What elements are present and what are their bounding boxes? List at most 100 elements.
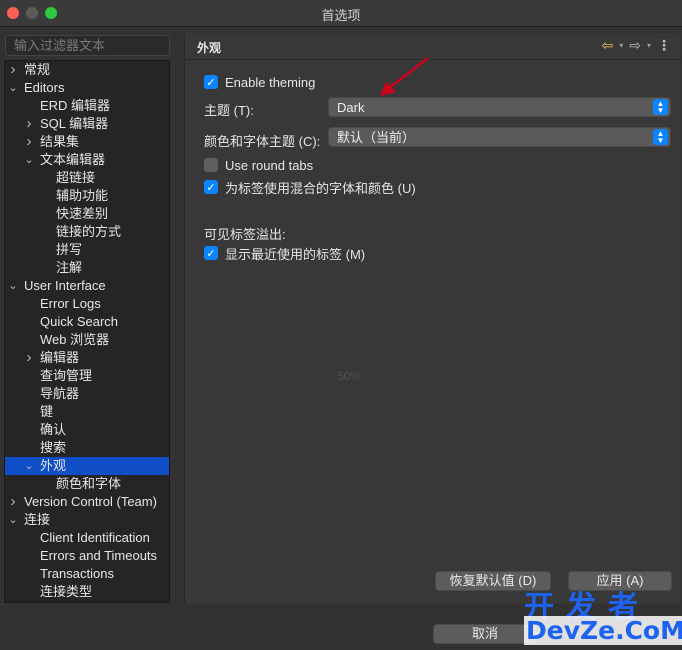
tree-item[interactable]: › 常规 [5, 61, 169, 79]
tree-item-label: Transactions [40, 566, 114, 581]
tree-item-label: 注解 [56, 260, 83, 275]
tree-item[interactable]: 拼写 [5, 241, 169, 259]
tree-item-label: 外观 [40, 458, 67, 473]
chevron-down-icon[interactable]: ⌄ [7, 277, 19, 295]
title-bar: 首选项 [0, 0, 682, 27]
tree-item-label: 结果集 [40, 134, 80, 149]
tree-item-label: 连接 [24, 512, 51, 527]
color-font-theme-select[interactable]: 默认（当前） ▲ ▼ [328, 127, 671, 147]
tree-item-label: ERD 编辑器 [40, 98, 111, 113]
tree-item[interactable]: 连接类型 [5, 583, 169, 601]
tree-item[interactable]: › 编辑器 [5, 349, 169, 367]
tree-item-label: 连接类型 [40, 584, 93, 599]
enable-theming-checkbox[interactable]: ✓ Enable theming [204, 73, 315, 91]
tab-overflow-label: 可见标签溢出: [204, 227, 286, 242]
annotation-arrow-icon [380, 57, 429, 96]
tree-item-label: 拼写 [56, 242, 83, 257]
tree-item-label: Web 浏览器 [40, 332, 110, 347]
tree-item-label: 快速差别 [56, 206, 109, 221]
back-dropdown-chevron-icon[interactable]: ▾ [619, 41, 623, 50]
checkmark-icon: ✓ [204, 246, 218, 260]
filter-input[interactable] [5, 35, 170, 56]
tree-item-label: 键 [40, 404, 54, 419]
tree-item[interactable]: Transactions [5, 565, 169, 583]
chevron-down-icon[interactable]: ⌄ [7, 511, 19, 529]
checkmark-icon: ✓ [204, 75, 218, 89]
tree-item[interactable]: 快速差别 [5, 205, 169, 223]
enable-theming-label: Enable theming [225, 74, 316, 90]
theme-select-value: Dark [337, 100, 365, 115]
tree-item-label: 常规 [24, 62, 51, 77]
tree-item[interactable]: › SQL 编辑器 [5, 115, 169, 133]
select-arrows-icon: ▲ ▼ [653, 129, 668, 145]
page-nav: ⇦ ▾ ⇨ ▾ ⋮ [602, 37, 672, 54]
unchecked-box-icon [204, 158, 218, 172]
tree-item-label: 文本编辑器 [40, 152, 106, 167]
tree-item[interactable]: ⌄ 文本编辑器 [5, 151, 169, 169]
chevron-right-icon[interactable]: › [23, 133, 35, 151]
preference-page: 外观 ⇦ ▾ ⇨ ▾ ⋮ ✓ Enable theming 主题 (T): Da… [184, 33, 681, 604]
chevron-down-icon[interactable]: ⌄ [23, 457, 35, 475]
window-title: 首选项 [321, 8, 361, 23]
color-font-theme-label: 颜色和字体主题 (C): [204, 134, 321, 149]
more-options-icon[interactable]: ⋮ [657, 37, 671, 54]
chevron-right-icon[interactable]: › [7, 61, 19, 79]
tree-item[interactable]: 键 [5, 403, 169, 421]
tree-item[interactable]: 注解 [5, 259, 169, 277]
forward-arrow-icon[interactable]: ⇨ [629, 37, 641, 54]
tree-item-label: Error Logs [40, 296, 101, 311]
tree-item-label: Editors [24, 80, 65, 95]
tree-item[interactable]: Web 浏览器 [5, 331, 169, 349]
back-arrow-icon[interactable]: ⇦ [602, 37, 614, 54]
tree-item[interactable]: 辅助功能 [5, 187, 169, 205]
tree-item[interactable]: Quick Search [5, 313, 169, 331]
tree-item[interactable]: 查询管理 [5, 367, 169, 385]
tree-item[interactable]: 导航器 [5, 385, 169, 403]
tree-item[interactable]: 搜索 [5, 439, 169, 457]
tree-item-label: 超链接 [56, 170, 96, 185]
tree-item-label: Version Control (Team) [24, 494, 157, 509]
forward-dropdown-chevron-icon[interactable]: ▾ [647, 41, 651, 50]
tree-item[interactable]: › Version Control (Team) [5, 493, 169, 511]
tree-item[interactable]: 链接的方式 [5, 223, 169, 241]
tree-item-label: 编辑器 [40, 350, 80, 365]
chevron-right-icon[interactable]: › [7, 493, 19, 511]
tree-item[interactable]: 颜色和字体 [5, 475, 169, 493]
show-recent-tabs-label: 显示最近使用的标签 (M) [225, 246, 366, 262]
tree-item[interactable]: 超链接 [5, 169, 169, 187]
tree-item-label: 搜索 [40, 440, 67, 455]
tree-item[interactable]: Client Identification [5, 529, 169, 547]
mixed-fonts-checkbox[interactable]: ✓ 为标签使用混合的字体和颜色 (U) [204, 178, 416, 196]
chevron-down-icon[interactable]: ⌄ [23, 151, 35, 169]
checkmark-icon: ✓ [204, 180, 218, 194]
tree-item-label: Client Identification [40, 530, 150, 545]
tree-item[interactable]: Errors and Timeouts [5, 547, 169, 565]
color-font-theme-value: 默认（当前） [337, 130, 416, 145]
theme-label: 主题 (T): [204, 103, 254, 118]
watermark-bottom: DevZe.CoM [524, 616, 682, 645]
tree-item[interactable]: ERD 编辑器 [5, 97, 169, 115]
tree-item-label: 导航器 [40, 386, 80, 401]
tree-item-label: 辅助功能 [56, 188, 109, 203]
tree-item-label: User Interface [24, 278, 106, 293]
chevron-down-icon[interactable]: ⌄ [7, 79, 19, 97]
page-title: 外观 [197, 41, 222, 55]
select-arrows-icon: ▲ ▼ [653, 99, 668, 115]
watermark: 开发者 DevZe.CoM [524, 582, 682, 646]
cancel-button[interactable]: 取消 [433, 624, 537, 644]
tree-item[interactable]: ⌄ User Interface [5, 277, 169, 295]
tree-item[interactable]: ⌄ Editors [5, 79, 169, 97]
tree-item-label: 颜色和字体 [56, 476, 122, 491]
chevron-right-icon[interactable]: › [23, 115, 35, 133]
tree-item[interactable]: 确认 [5, 421, 169, 439]
round-tabs-label: Use round tabs [225, 157, 314, 173]
show-recent-tabs-checkbox[interactable]: ✓ 显示最近使用的标签 (M) [204, 244, 365, 262]
tree-item[interactable]: ⌄ 外观 [5, 457, 169, 475]
tree-item[interactable]: › 结果集 [5, 133, 169, 151]
progress-indicator: 50% [337, 369, 362, 383]
round-tabs-checkbox[interactable]: Use round tabs [204, 156, 313, 174]
tree-item[interactable]: ⌄ 连接 [5, 511, 169, 529]
chevron-right-icon[interactable]: › [23, 349, 35, 367]
tree-item[interactable]: Error Logs [5, 295, 169, 313]
tree-item-label: 查询管理 [40, 368, 93, 383]
